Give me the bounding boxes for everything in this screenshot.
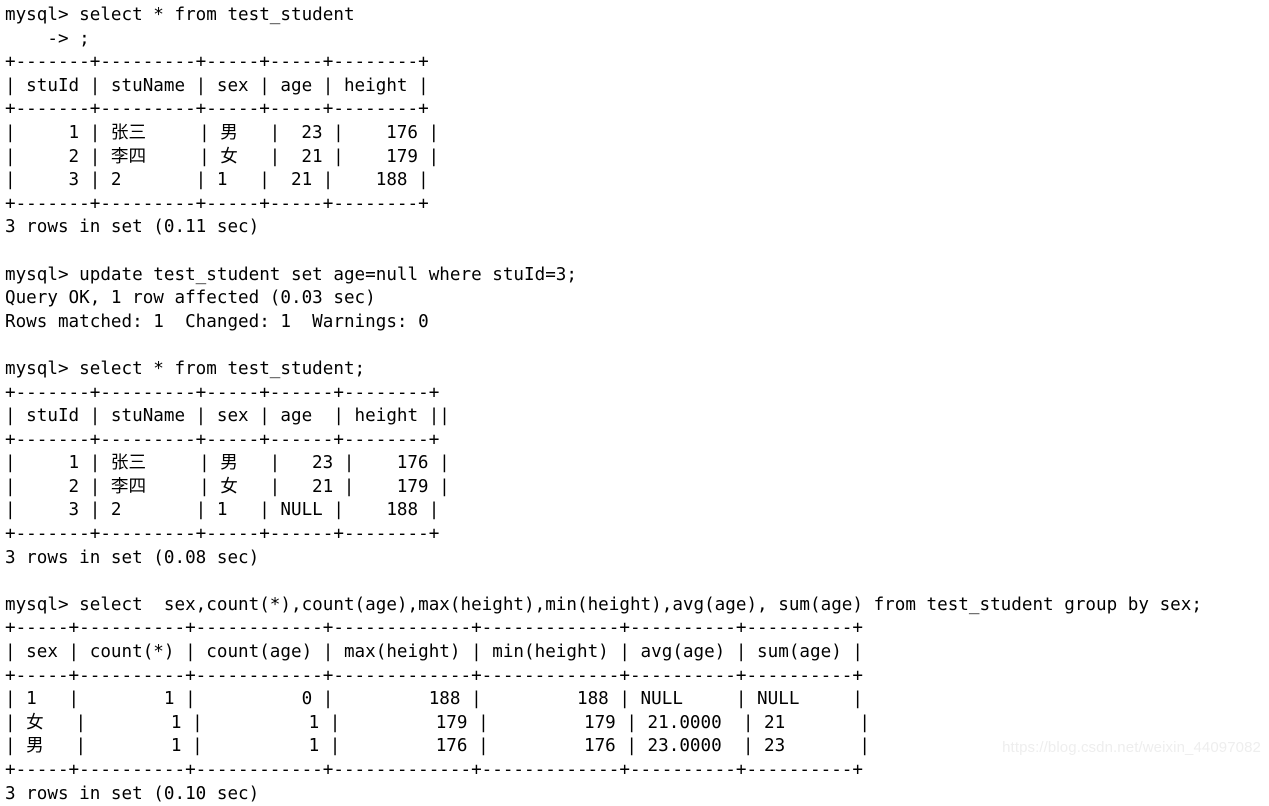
terminal-line: | 女 | 1 | 1 | 179 | 179 | 21.0000 | 21 | [5, 712, 870, 733]
terminal-line: 3 rows in set (0.10 sec) [5, 783, 260, 804]
terminal-line: 3 rows in set (0.08 sec) [5, 547, 260, 568]
terminal-line: Query OK, 1 row affected (0.03 sec) [5, 288, 376, 309]
terminal-line: mysql> select * from test_student; [5, 358, 366, 379]
terminal-line: Rows matched: 1 Changed: 1 Warnings: 0 [5, 311, 429, 332]
terminal-line: | 2 | 李四 | 女 | 21 | 179 | [5, 146, 440, 167]
terminal-line: | 2 | 李四 | 女 | 21 | 179 | [5, 476, 450, 497]
terminal-line: | 1 | 1 | 0 | 188 | 188 | NULL | NULL | [5, 689, 863, 710]
mysql-terminal-output[interactable]: mysql> select * from test_student -> ; +-… [0, 0, 1269, 804]
terminal-line: +-------+---------+-----+-----+--------+ [5, 99, 429, 120]
terminal-line: +-----+----------+------------+---------… [5, 618, 863, 639]
terminal-line: +-------+---------+-----+------+--------… [5, 524, 440, 545]
terminal-line: +-------+---------+-----+-----+--------+ [5, 52, 429, 73]
terminal-line: | stuId | stuName | sex | age | height |… [5, 406, 450, 427]
terminal-line: +-------+---------+-----+-----+--------+ [5, 193, 429, 214]
terminal-line: +-------+---------+-----+------+--------… [5, 382, 440, 403]
terminal-line: -> ; [5, 28, 90, 49]
terminal-line: | stuId | stuName | sex | age | height | [5, 75, 429, 96]
terminal-line-list: mysql> select * from test_student -> ; +-… [5, 4, 1269, 806]
terminal-line: 3 rows in set (0.11 sec) [5, 217, 260, 238]
terminal-line: +-------+---------+-----+------+--------… [5, 429, 440, 450]
terminal-line: +-----+----------+------------+---------… [5, 665, 863, 686]
terminal-line: +-----+----------+------------+---------… [5, 760, 863, 780]
terminal-line: | 1 | 张三 | 男 | 23 | 176 | [5, 453, 450, 474]
terminal-line: mysql> select * from test_student [5, 5, 355, 25]
terminal-line: mysql> update test_student set age=null … [5, 264, 577, 285]
terminal-line: mysql> select sex,count(*),count(age),ma… [5, 594, 1202, 615]
terminal-line: | 3 | 2 | 1 | NULL | 188 | [5, 500, 440, 521]
terminal-line: | sex | count(*) | count(age) | max(heig… [5, 642, 863, 663]
terminal-line: | 3 | 2 | 1 | 21 | 188 | [5, 170, 429, 191]
terminal-line: | 1 | 张三 | 男 | 23 | 176 | [5, 122, 440, 143]
terminal-line: | 男 | 1 | 1 | 176 | 176 | 23.0000 | 23 | [5, 736, 870, 757]
